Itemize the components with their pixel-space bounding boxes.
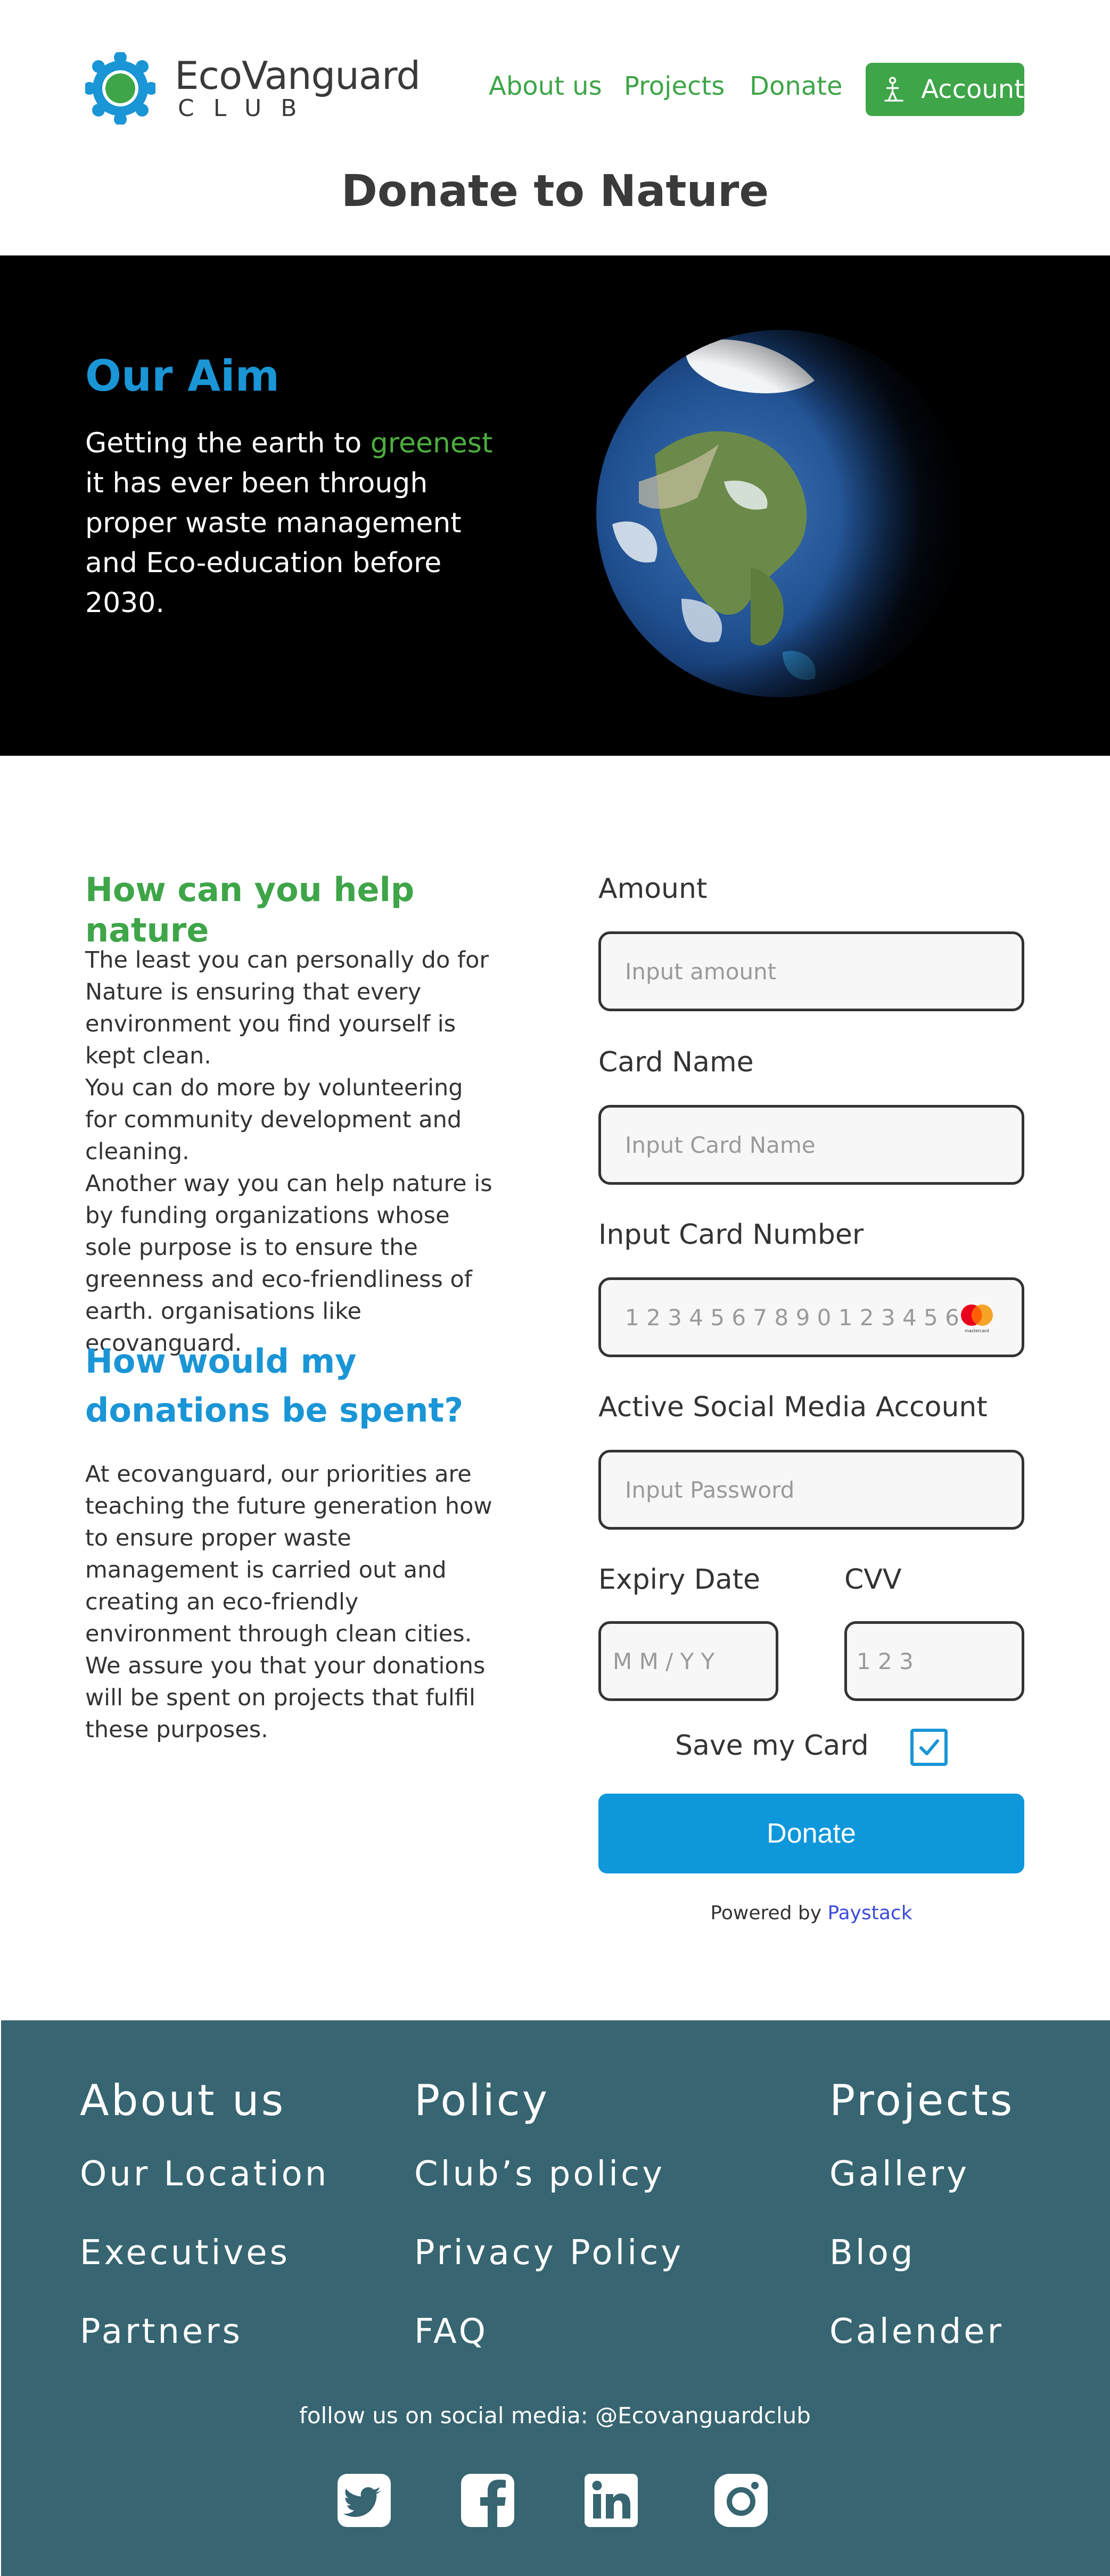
footer-link-executives[interactable]: Executives [80, 2233, 290, 2273]
help-paragraph: Another way you can help nature is by fu… [85, 1170, 492, 1357]
expiry-placeholder: M M / Y Y [613, 1648, 715, 1674]
follow-text: follow us on social media: @Ecovanguardc… [299, 2402, 811, 2429]
social-label: Active Social Media Account [598, 1391, 988, 1423]
card-name-label: Card Name [598, 1046, 754, 1078]
amount-placeholder: Input amount [625, 958, 777, 985]
spent-title: How would my donations be spent? [85, 1342, 464, 1430]
powered-by: Powered by Paystack [710, 1902, 912, 1924]
nav-donate[interactable]: Donate [750, 71, 843, 101]
footer-link-privacy-policy[interactable]: Privacy Policy [414, 2233, 684, 2273]
footer-link-our-location[interactable]: Our Location [80, 2154, 329, 2194]
social-placeholder: Input Password [625, 1476, 795, 1503]
footer-link-calender[interactable]: Calender [829, 2312, 1004, 2351]
footer-link-partners[interactable]: Partners [80, 2312, 243, 2351]
cvv-placeholder: 1 2 3 [857, 1648, 914, 1674]
mastercard-icon: mastercard [961, 1304, 993, 1333]
help-text: The least you can personally do for Natu… [85, 944, 500, 1359]
account-button[interactable]: Account [866, 63, 1024, 116]
expiry-input[interactable]: M M / Y Y [598, 1621, 778, 1701]
footer-link-gallery[interactable]: Gallery [829, 2154, 969, 2194]
instagram-icon[interactable] [713, 2473, 769, 2528]
spent-paragraph: We assure you that your donations will b… [85, 1653, 486, 1743]
save-card-checkbox[interactable] [910, 1729, 948, 1766]
nav-about-us[interactable]: About us [489, 71, 602, 101]
footer-link-faq[interactable]: FAQ [414, 2312, 488, 2351]
amount-label: Amount [598, 873, 708, 905]
earth-image [596, 330, 964, 697]
card-number-input[interactable]: 1 2 3 4 5 6 7 8 9 0 1 2 3 4 5 6 masterca… [598, 1277, 1024, 1357]
card-name-placeholder: Input Card Name [625, 1132, 816, 1158]
amount-input[interactable]: Input amount [598, 931, 1024, 1011]
aim-highlight: greenest [370, 427, 493, 459]
help-title: How can you help nature [85, 870, 415, 950]
account-label: Account [921, 75, 1024, 104]
footer-projects-title: Projects [829, 2076, 1015, 2125]
footer-about-title: About us [80, 2076, 286, 2125]
card-number-label: Input Card Number [598, 1219, 864, 1251]
save-card-label: Save my Card [675, 1730, 869, 1762]
aim-text: Getting the earth to greenest it has eve… [85, 427, 493, 619]
help-paragraph: You can do more by volunteering for comm… [85, 1075, 463, 1165]
donate-button[interactable]: Donate [598, 1794, 1024, 1873]
footer-link-blog[interactable]: Blog [829, 2233, 915, 2273]
cvv-input[interactable]: 1 2 3 [844, 1621, 1024, 1701]
checkmark-icon [919, 1739, 939, 1755]
facebook-icon[interactable] [460, 2473, 515, 2528]
account-icon [884, 77, 903, 102]
footer-policy-title: Policy [414, 2076, 550, 2125]
linkedin-icon[interactable] [583, 2473, 639, 2528]
page-title: Donate to Nature [341, 166, 769, 217]
mastercard-text: mastercard [965, 1328, 989, 1333]
brand-name: EcoVanguard [175, 53, 421, 98]
twitter-icon[interactable] [336, 2473, 392, 2528]
help-paragraph: The least you can personally do for Natu… [85, 947, 489, 1069]
aim-title: Our Aim [85, 351, 279, 401]
social-input[interactable]: Input Password [598, 1450, 1024, 1530]
card-name-input[interactable]: Input Card Name [598, 1105, 1024, 1185]
nav-projects[interactable]: Projects [624, 71, 725, 101]
card-number-placeholder: 1 2 3 4 5 6 7 8 9 0 1 2 3 4 5 6 [625, 1304, 959, 1331]
spent-text: At ecovanguard, our priorities are teach… [85, 1458, 506, 1746]
expiry-label: Expiry Date [598, 1564, 761, 1596]
logo-icon [85, 52, 155, 125]
brand-subtitle: CLUB [178, 95, 316, 122]
spent-paragraph: At ecovanguard, our priorities are teach… [85, 1461, 492, 1647]
paystack-link[interactable]: Paystack [828, 1902, 912, 1924]
footer-link-club-policy[interactable]: Club’s policy [414, 2154, 665, 2194]
cvv-label: CVV [844, 1564, 902, 1596]
